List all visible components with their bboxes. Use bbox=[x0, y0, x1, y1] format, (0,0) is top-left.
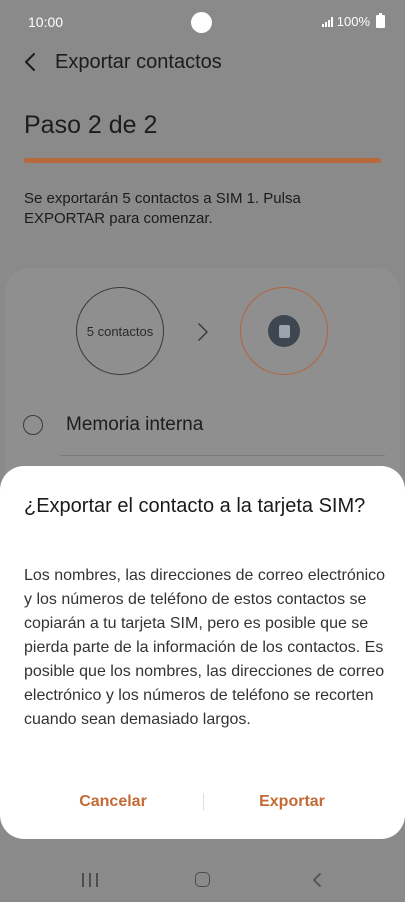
status-indicators: 100% bbox=[321, 13, 385, 29]
radio-icon[interactable] bbox=[23, 415, 43, 435]
export-button[interactable]: Exportar bbox=[237, 784, 347, 820]
button-divider bbox=[203, 793, 204, 811]
dialog-title: ¿Exportar el contacto a la tarjeta SIM? bbox=[24, 495, 366, 517]
target-sim-circle bbox=[240, 287, 328, 375]
status-time: 10:00 bbox=[28, 14, 64, 30]
home-icon[interactable] bbox=[195, 872, 210, 887]
sim-card-icon bbox=[268, 315, 300, 347]
export-confirm-dialog: ¿Exportar el contacto a la tarjeta SIM? … bbox=[0, 466, 405, 839]
source-contacts-label: 5 contactos bbox=[86, 323, 154, 339]
step-title: Paso 2 de 2 bbox=[24, 111, 158, 139]
dialog-actions: Cancelar Exportar bbox=[0, 784, 405, 820]
battery-icon bbox=[376, 13, 385, 28]
cancel-button[interactable]: Cancelar bbox=[58, 784, 168, 820]
battery-percent: 100% bbox=[336, 14, 370, 29]
recent-apps-icon[interactable] bbox=[82, 873, 98, 887]
status-bar: 10:00 100% bbox=[0, 0, 405, 44]
dialog-message: Los nombres, las direcciones de correo e… bbox=[24, 567, 386, 728]
back-icon[interactable] bbox=[22, 52, 40, 72]
navigation-bar bbox=[0, 852, 405, 902]
camera-cutout bbox=[191, 12, 212, 33]
nav-back-icon[interactable] bbox=[311, 871, 323, 889]
page-title: Exportar contactos bbox=[55, 51, 222, 73]
signal-icon bbox=[321, 16, 333, 27]
source-contacts-circle: 5 contactos bbox=[76, 287, 164, 375]
storage-option-label[interactable]: Memoria interna bbox=[66, 414, 203, 436]
divider bbox=[60, 455, 385, 456]
step-progress-bar bbox=[24, 158, 381, 163]
step-progress-fill bbox=[24, 158, 381, 163]
export-info-text: Se exportarán 5 contactos a SIM 1. Pulsa… bbox=[24, 190, 301, 227]
chevron-right-icon bbox=[198, 323, 208, 341]
app-header: Exportar contactos bbox=[0, 40, 405, 84]
